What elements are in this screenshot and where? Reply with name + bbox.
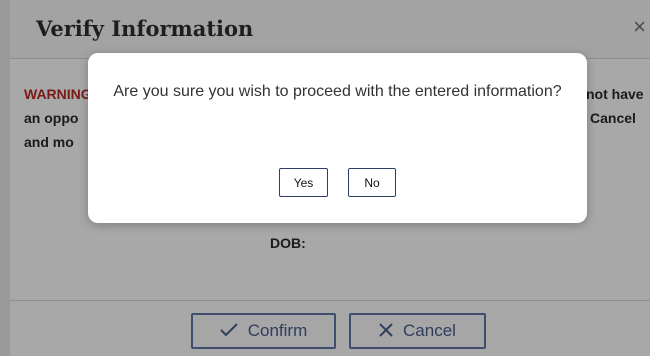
dob-label: DOB: xyxy=(270,235,306,251)
warning-text-fragment: not have xyxy=(586,86,644,102)
no-button[interactable]: No xyxy=(348,168,396,197)
yes-button[interactable]: Yes xyxy=(279,168,328,197)
confirm-button-label: Confirm xyxy=(247,321,308,340)
close-icon[interactable]: × xyxy=(633,14,646,40)
warning-text-fragment: an oppo xyxy=(24,110,79,126)
dialog-message: Are you sure you wish to proceed with th… xyxy=(113,83,562,100)
x-icon xyxy=(379,321,393,342)
warning-label: WARNING xyxy=(24,86,92,102)
warning-text-fragment: Cancel xyxy=(590,110,636,126)
warning-text-fragment: and mo xyxy=(24,134,74,150)
modal-header: Verify Information × xyxy=(10,0,650,59)
confirm-button[interactable]: Confirm xyxy=(191,313,336,349)
check-icon xyxy=(220,321,238,342)
cancel-button[interactable]: Cancel xyxy=(349,313,486,349)
confirm-dialog: Are you sure you wish to proceed with th… xyxy=(88,53,587,223)
modal-title: Verify Information xyxy=(36,16,254,41)
footer-divider xyxy=(10,300,650,301)
cancel-button-label: Cancel xyxy=(403,321,456,340)
